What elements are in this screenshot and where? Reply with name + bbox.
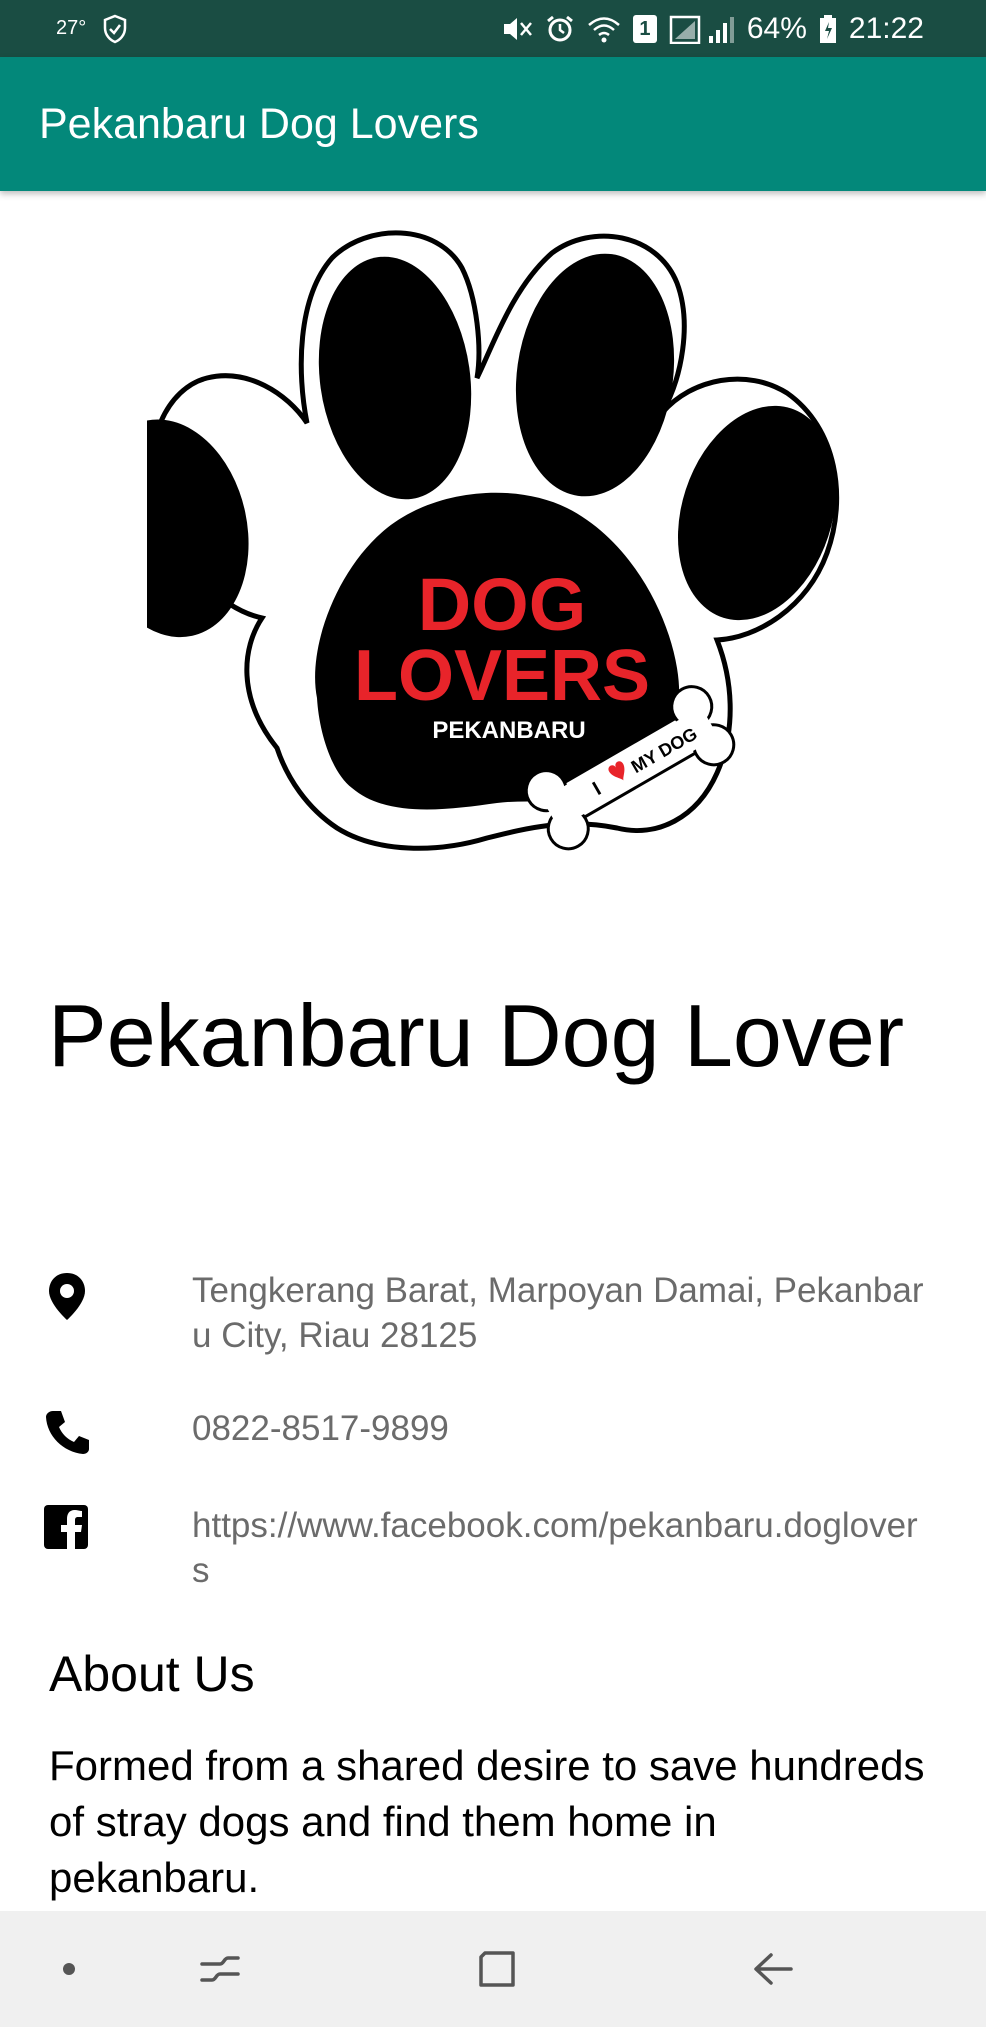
status-left: 27° — [56, 0, 128, 57]
facebook-icon — [42, 1503, 90, 1556]
battery-percent: 64% — [746, 11, 807, 45]
back-icon[interactable] — [738, 1911, 808, 2027]
logo-line3: PEKANBARU — [432, 717, 585, 744]
app-bar-title: Pekanbaru Dog Lovers — [39, 99, 479, 148]
place-name: Pekanbaru Dog Lover — [48, 986, 905, 1085]
phone-text: 0822-8517-9899 — [192, 1409, 449, 1448]
shield-check-icon — [102, 14, 128, 44]
status-bar: 27° 1 64% 21:22 — [0, 0, 986, 57]
clock: 21:22 — [848, 11, 924, 45]
mute-icon — [501, 14, 533, 44]
location-pin-icon — [42, 1270, 92, 1327]
dog-lovers-logo: DOG LOVERS PEKANBARU I MY DOG — [147, 230, 840, 851]
temperature: 27° — [56, 17, 87, 39]
logo-line1: DOG — [418, 563, 587, 646]
app-bar: Pekanbaru Dog Lovers — [0, 57, 986, 191]
logo-line2: LOVERS — [354, 636, 650, 716]
signal-icon — [669, 14, 735, 44]
about-text: Formed from a shared desire to save hund… — [49, 1742, 925, 1901]
status-right: 1 64% 21:22 — [501, 0, 924, 57]
address-text: Tengkerang Barat, Marpoyan Damai, Pekanb… — [192, 1271, 924, 1355]
sim-indicator: 1 — [632, 14, 657, 43]
alarm-icon — [545, 14, 575, 44]
about-heading: About Us — [49, 1646, 255, 1702]
home-icon[interactable] — [462, 1911, 532, 2027]
phone-icon — [42, 1408, 92, 1461]
battery-icon — [819, 14, 837, 44]
facebook-text: https://www.facebook.com/pekanbaru.doglo… — [192, 1506, 918, 1590]
wifi-icon — [587, 14, 621, 44]
dot-icon[interactable] — [34, 1911, 104, 2027]
recent-apps-icon[interactable] — [185, 1911, 255, 2027]
navigation-bar — [0, 1911, 986, 2027]
